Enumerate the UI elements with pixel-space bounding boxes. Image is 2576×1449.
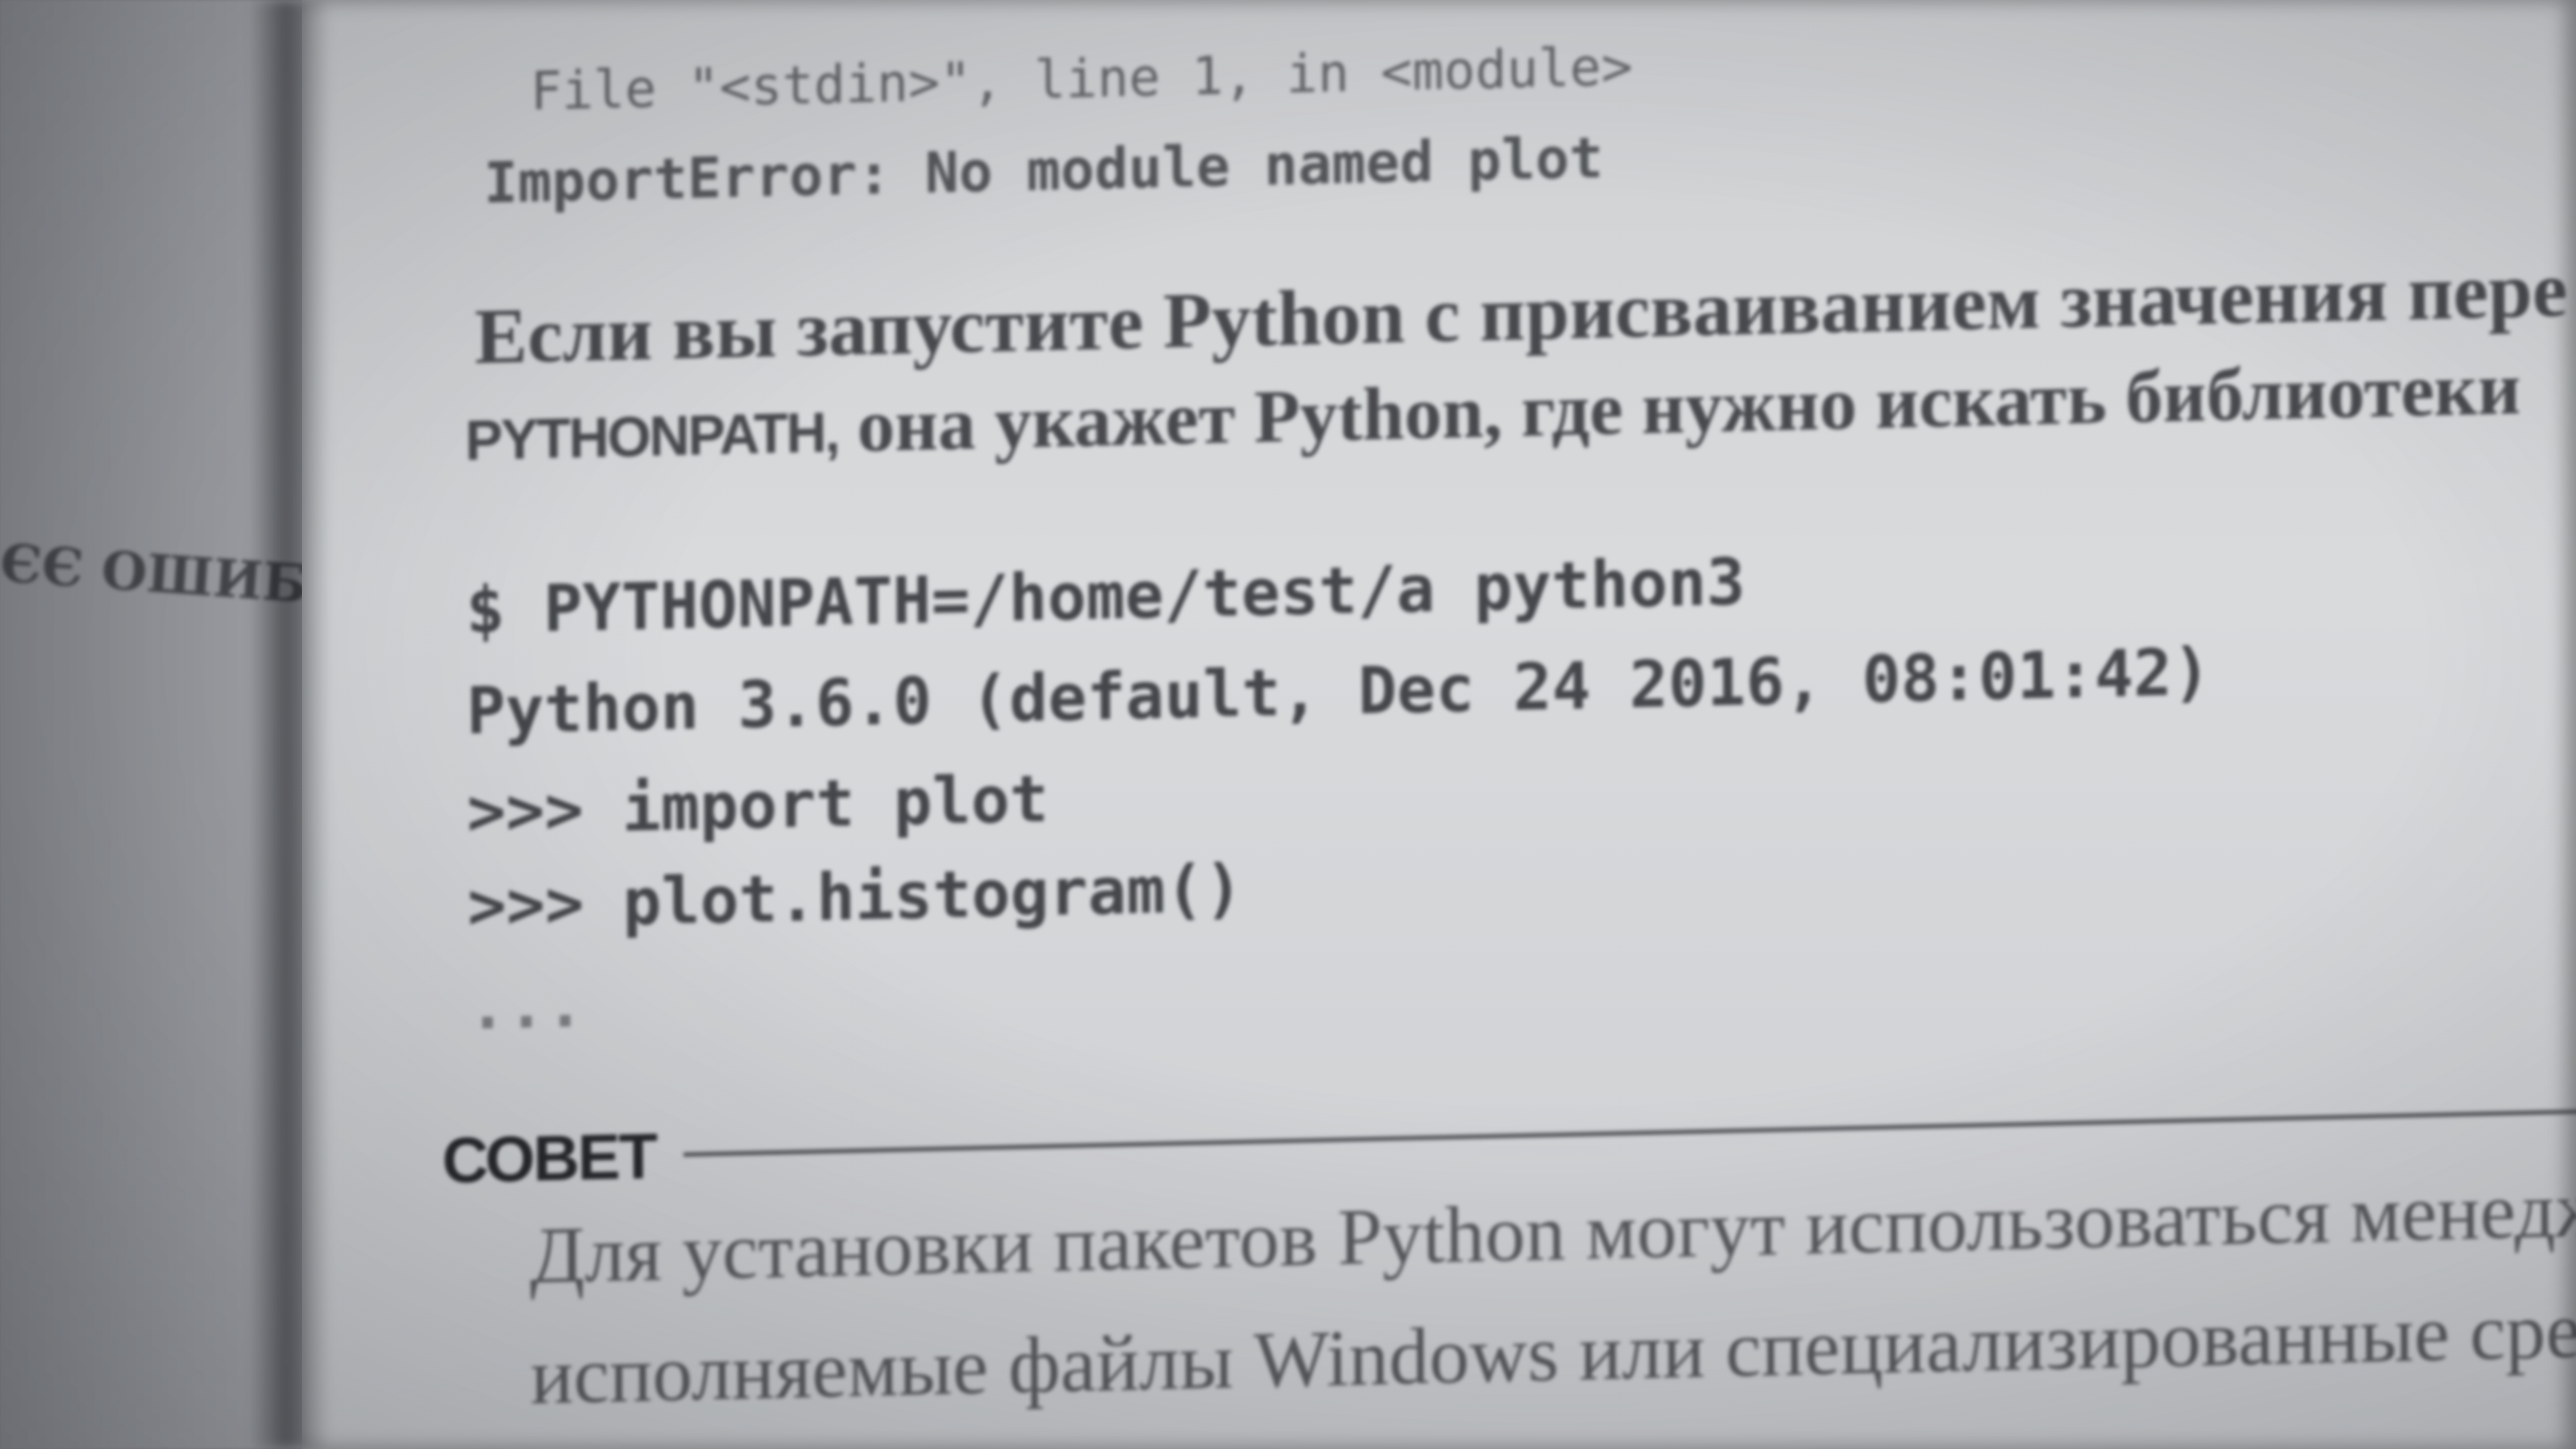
right-page: File "<stdin>", line 1, in <module> Impo…: [302, 0, 2576, 1449]
tip-text-line: исполняемые файлы Windows или специализи…: [530, 1285, 2576, 1421]
code-line: $ PYTHONPATH=/home/test/a python3: [466, 544, 1746, 649]
code-line: ...: [468, 966, 585, 1044]
traceback-line: File "<stdin>", line 1, in <module>: [530, 37, 1633, 123]
env-variable-name: PYTHONPATH,: [465, 400, 839, 472]
import-error-line: ImportError: No module named plot: [484, 125, 1604, 216]
book-gutter-shadow: [250, 0, 330, 1449]
book-photo: ЄЄ ОШИБ File "<stdin>", line 1, in <modu…: [0, 0, 2576, 1449]
code-line: >>> plot.histogram(): [467, 851, 1243, 944]
code-line: >>> import plot: [467, 761, 1049, 850]
code-line: Python 3.6.0 (default, Dec 24 2016, 08:0…: [466, 634, 2212, 749]
page-content: File "<stdin>", line 1, in <module> Impo…: [302, 0, 2576, 1449]
tip-heading: СОВЕТ: [441, 1120, 656, 1197]
tip-text-line: Для установки пакетов Python могут испол…: [529, 1163, 2576, 1300]
tip-divider: [683, 1108, 2576, 1157]
